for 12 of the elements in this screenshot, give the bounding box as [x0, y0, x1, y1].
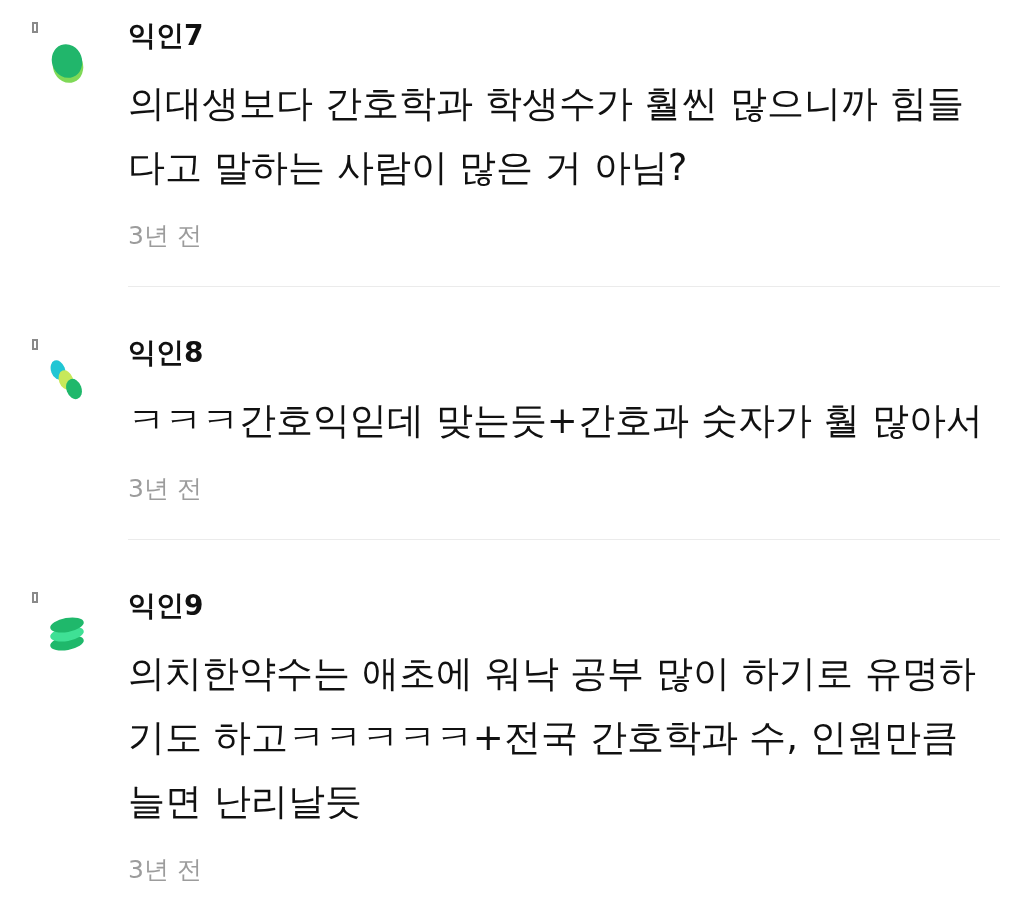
- rectangle-icon: [32, 592, 38, 603]
- rectangle-icon: [32, 339, 38, 350]
- comment-text: 의대생보다 간호학과 학생수가 훨씬 많으니까 힘들다고 말하는 사람이 많은 거 아님?: [128, 81, 965, 191]
- comment-time: 3년 전: [128, 473, 202, 505]
- comment-text: ㅋㅋㅋ간호익읻데 맞는듯+간호과 숫자가 훨 많아서: [128, 398, 985, 444]
- comment-text: 의치한약수는 애초에 워낙 공부 많이 하기로 유명하기도 하고ㅋㅋㅋㅋㅋ+전국 간호학과 수, 인원만큼 늘면 난리날듯: [128, 651, 977, 825]
- comment-time: 3년 전: [128, 220, 202, 252]
- author-name: 익인9: [128, 588, 204, 624]
- author-name: 익인7: [128, 18, 204, 54]
- comment-time: 3년 전: [128, 854, 202, 886]
- author-name: 익인8: [128, 335, 204, 371]
- rectangle-icon: [32, 22, 38, 33]
